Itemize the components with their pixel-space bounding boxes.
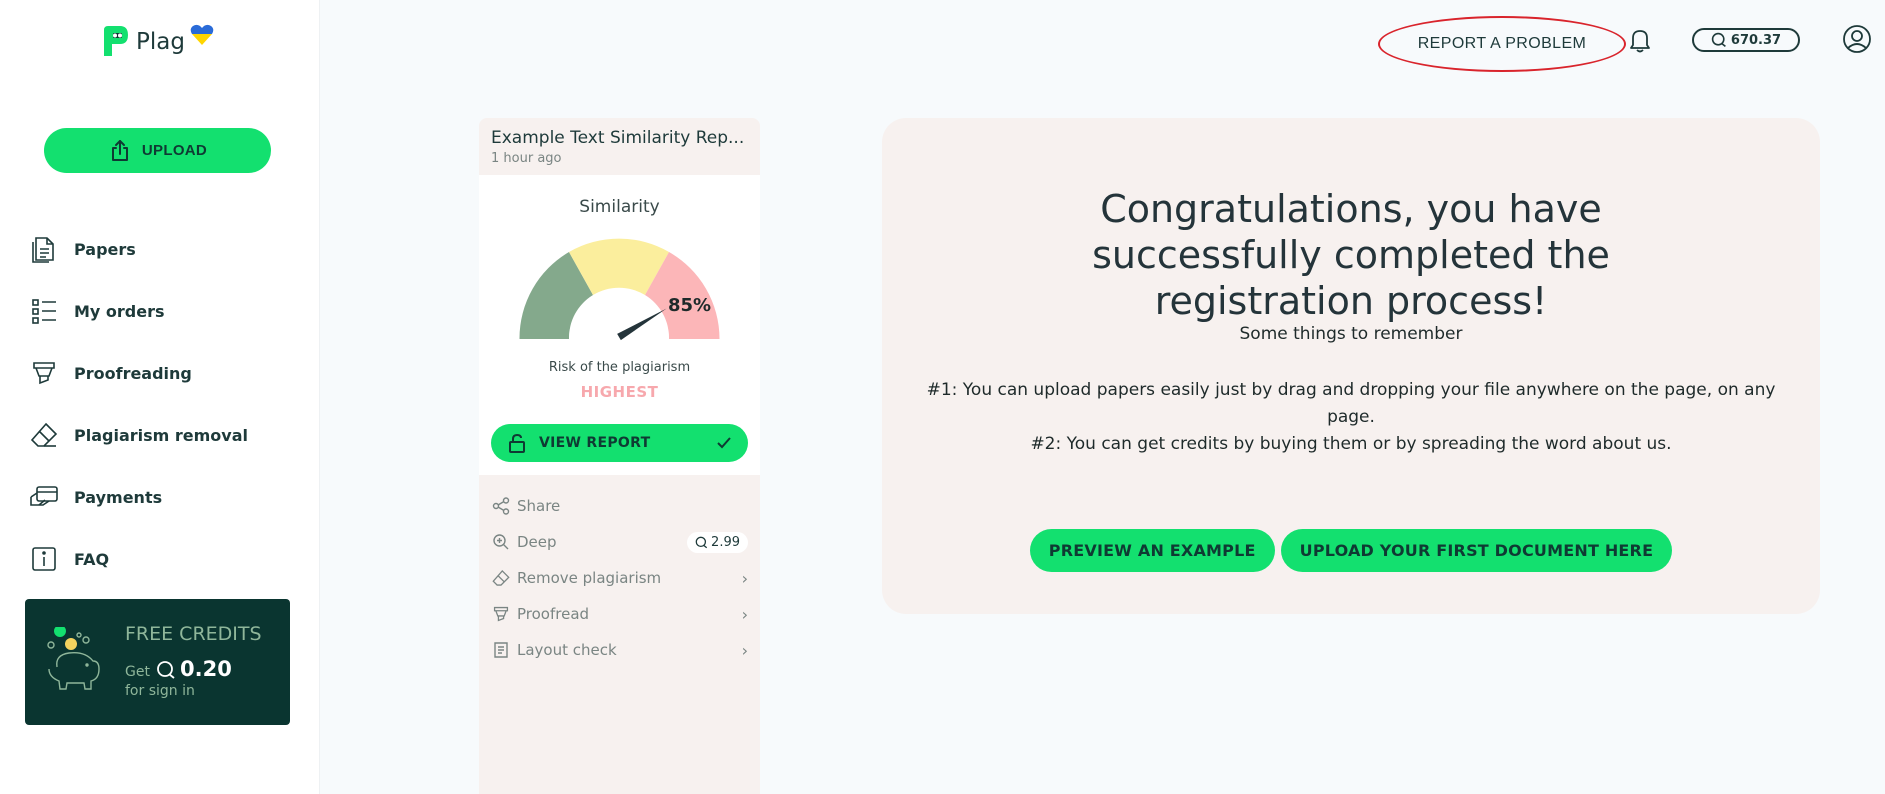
info-icon [28, 543, 60, 575]
credit-coin-icon [695, 536, 708, 548]
preview-example-button[interactable]: PREVIEW AN EXAMPLE [1029, 529, 1275, 572]
sidebar-item-label: Payments [74, 487, 163, 507]
upload-icon [111, 139, 128, 161]
sidebar-item-label: Plagiarism removal [74, 425, 248, 445]
sidebar-item-faq[interactable]: FAQ [28, 528, 298, 590]
chevron-right-icon: › [741, 568, 748, 588]
layout-icon [491, 640, 511, 660]
risk-label: Risk of the plagiarism [548, 360, 691, 375]
credits-balance-value: 670.37 [1730, 32, 1782, 48]
upload-first-document-button[interactable]: UPLOAD YOUR FIRST DOCUMENT HERE [1280, 529, 1673, 572]
report-problem-button[interactable]: REPORT A PROBLEM [1378, 16, 1626, 72]
sidebar-nav: Papers My orders Proofreading Plagiarism… [28, 218, 298, 590]
zoom-plus-icon [491, 532, 511, 552]
cta-row: PREVIEW AN EXAMPLE UPLOAD YOUR FIRST DOC… [882, 529, 1820, 572]
similarity-label: Similarity [579, 197, 660, 217]
sidebar-item-proofreading[interactable]: Proofreading [28, 342, 298, 404]
report-time: 1 hour ago [491, 151, 562, 166]
tip-one: #1: You can upload papers easily just by… [926, 380, 1776, 427]
action-label: Layout check [517, 641, 617, 659]
sidebar-item-label: Papers [74, 239, 136, 259]
sidebar-item-label: Proofreading [74, 363, 192, 383]
account-avatar-icon[interactable] [1842, 24, 1872, 54]
document-icon [28, 233, 60, 265]
credit-coin-icon [1711, 32, 1726, 48]
sidebar-item-plagiarism-removal[interactable]: Plagiarism removal [28, 404, 298, 466]
similarity-panel: Similarity 85% Risk of the plagiarism HI… [479, 175, 760, 475]
promo-get-label: Get [125, 664, 150, 680]
sidebar-item-papers[interactable]: Papers [28, 218, 298, 280]
card-payment-icon [28, 481, 60, 513]
upload-button-label: UPLOAD [141, 142, 208, 159]
eraser-icon [28, 419, 60, 451]
promo-subtitle: for sign in [125, 683, 195, 699]
sidebar-item-label: My orders [74, 301, 165, 321]
upload-button[interactable]: UPLOAD [44, 128, 271, 173]
welcome-panel: Congratulations, you have successfully c… [882, 118, 1820, 614]
report-actions: Share Deep 2.99 Remove plagiarism › Proo… [491, 488, 748, 668]
action-label: Share [517, 497, 561, 515]
view-report-button[interactable]: VIEW REPORT [491, 424, 748, 462]
ukraine-heart-icon [190, 24, 214, 45]
sidebar-item-my-orders[interactable]: My orders [28, 280, 298, 342]
promo-amount: 0.20 [180, 657, 232, 681]
chevron-right-icon: › [741, 640, 748, 660]
unlock-icon [509, 433, 525, 453]
marker-icon [28, 357, 60, 389]
share-icon [491, 496, 511, 516]
credit-coin-icon [157, 661, 175, 679]
marker-icon [491, 604, 511, 624]
action-share[interactable]: Share [491, 488, 748, 524]
action-remove-plagiarism[interactable]: Remove plagiarism › [491, 560, 748, 596]
congrats-heading: Congratulations, you have successfully c… [1092, 187, 1610, 323]
report-card-header[interactable]: Example Text Similarity Rep... 1 hour ag… [479, 118, 760, 175]
notification-bell-icon[interactable] [1626, 26, 1654, 54]
piggy-bank-icon [47, 627, 100, 690]
action-label: Proofread [517, 605, 590, 623]
promo-title: FREE CREDITS [125, 623, 262, 645]
credits-balance[interactable]: 670.37 [1692, 28, 1800, 52]
sidebar-item-label: FAQ [74, 549, 110, 569]
list-icon [28, 295, 60, 327]
similarity-gauge [519, 238, 720, 341]
action-label: Remove plagiarism [517, 569, 662, 587]
risk-level: HIGHEST [580, 383, 659, 401]
report-title: Example Text Similarity Rep... [491, 128, 745, 148]
logo-mark-icon [104, 26, 128, 56]
tip-two: #2: You can get credits by buying them o… [1030, 434, 1672, 454]
logo-text: Plag [136, 29, 185, 55]
report-card: Example Text Similarity Rep... 1 hour ag… [479, 118, 760, 794]
remember-heading: Some things to remember [1239, 324, 1463, 344]
view-report-label: VIEW REPORT [539, 435, 651, 451]
sidebar: Plag UPLOAD Papers My orders Proofreadin… [0, 0, 320, 794]
deep-price-badge: 2.99 [687, 531, 748, 553]
action-layout-check[interactable]: Layout check › [491, 632, 748, 668]
free-credits-promo[interactable]: FREE CREDITS Get 0.20 for sign in [25, 599, 290, 725]
action-label: Deep [517, 533, 557, 551]
eraser-icon [491, 568, 511, 588]
similarity-percent: 85% [668, 295, 712, 316]
action-proofread[interactable]: Proofread › [491, 596, 748, 632]
deep-price: 2.99 [711, 534, 740, 550]
sidebar-item-payments[interactable]: Payments [28, 466, 298, 528]
check-icon [717, 437, 731, 449]
logo[interactable]: Plag [100, 24, 185, 60]
action-deep[interactable]: Deep 2.99 [491, 524, 748, 560]
chevron-right-icon: › [741, 604, 748, 624]
